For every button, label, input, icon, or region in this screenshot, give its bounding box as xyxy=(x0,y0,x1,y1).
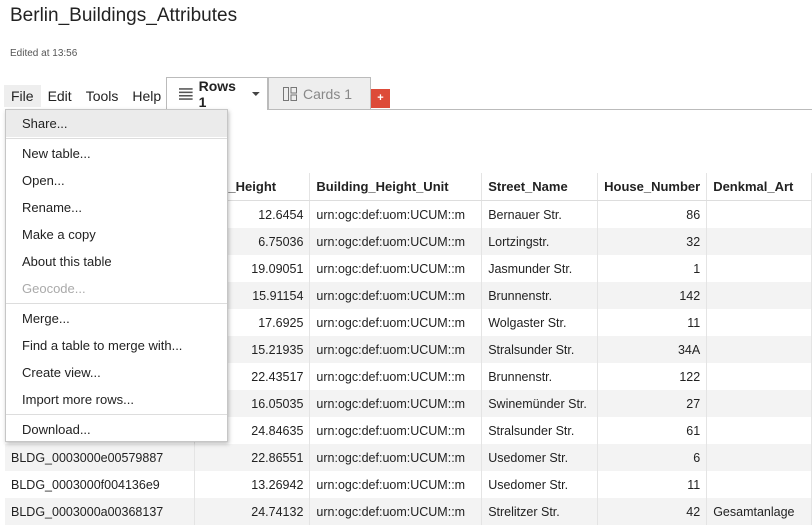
cell-height-unit[interactable]: urn:ogc:def:uom:UCUM::m xyxy=(309,309,483,336)
column-header-street-name[interactable]: Street_Name xyxy=(481,173,599,201)
cell-height-unit[interactable]: urn:ogc:def:uom:UCUM::m xyxy=(309,390,483,417)
cell-height-unit[interactable]: urn:ogc:def:uom:UCUM::m xyxy=(309,417,483,444)
cell-building-id[interactable]: BLDG_0003000e00579887 xyxy=(5,444,195,471)
menu-edit[interactable]: Edit xyxy=(41,85,79,107)
cell-denkmal-art[interactable] xyxy=(706,309,812,336)
cell-street-name[interactable]: Jasmunder Str. xyxy=(481,255,599,282)
cell-house-number[interactable]: 122 xyxy=(597,363,708,390)
cell-street-name[interactable]: Brunnenstr. xyxy=(481,282,599,309)
cell-street-name[interactable]: Strelitzer Str. xyxy=(481,498,599,525)
cell-street-name[interactable]: Lortzingstr. xyxy=(481,228,599,255)
cell-house-number[interactable]: 27 xyxy=(597,390,708,417)
cell-building-height[interactable]: 22.86551 xyxy=(194,444,311,471)
menu-item-import-more-rows[interactable]: Import more rows... xyxy=(6,386,227,413)
cell-house-number[interactable]: 86 xyxy=(597,200,708,228)
cell-house-number[interactable]: 11 xyxy=(597,309,708,336)
menu-item-find-a-table-to-merge-with[interactable]: Find a table to merge with... xyxy=(6,332,227,359)
cell-house-number[interactable]: 142 xyxy=(597,282,708,309)
file-dropdown-menu: Share... New table... Open... Rename... Make… xyxy=(5,109,228,442)
menu-item-rename[interactable]: Rename... xyxy=(6,194,227,221)
cell-denkmal-art[interactable] xyxy=(706,200,812,228)
cell-street-name[interactable]: Usedomer Str. xyxy=(481,444,599,471)
table-row[interactable]: BLDG_0003000a00368137 24.74132 urn:ogc:def… xyxy=(5,498,812,525)
menu-separator xyxy=(6,138,227,139)
table-title: Berlin_Buildings_Attributes xyxy=(10,5,238,26)
cell-street-name[interactable]: Wolgaster Str. xyxy=(481,309,599,336)
column-header-building-height-unit[interactable]: Building_Height_Unit xyxy=(309,173,483,201)
menu-item-about-this-table[interactable]: About this table xyxy=(6,248,227,275)
cell-building-height[interactable]: 24.74132 xyxy=(194,498,311,525)
cell-denkmal-art[interactable] xyxy=(706,282,812,309)
menu-item-merge[interactable]: Merge... xyxy=(6,305,227,332)
column-header-house-number[interactable]: House_Number xyxy=(597,173,708,201)
menu-separator xyxy=(6,414,227,415)
menu-item-share[interactable]: Share... xyxy=(6,110,227,137)
menu-item-download[interactable]: Download... xyxy=(6,416,227,443)
cell-denkmal-art[interactable]: Gesamtanlage xyxy=(706,498,812,525)
cell-street-name[interactable]: Stralsunder Str. xyxy=(481,336,599,363)
cell-height-unit[interactable]: urn:ogc:def:uom:UCUM::m xyxy=(309,228,483,255)
cell-house-number[interactable]: 6 xyxy=(597,444,708,471)
cards-icon xyxy=(283,86,297,101)
cell-street-name[interactable]: Stralsunder Str. xyxy=(481,417,599,444)
tab-cards-label: Cards 1 xyxy=(303,85,353,102)
menu-item-geocode: Geocode... xyxy=(22,281,86,296)
cell-house-number[interactable]: 11 xyxy=(597,471,708,498)
cell-house-number[interactable]: 34A xyxy=(597,336,708,363)
cell-building-id[interactable]: BLDG_0003000a00368137 xyxy=(5,498,195,525)
rows-list-icon xyxy=(179,88,193,100)
cell-building-height[interactable]: 13.26942 xyxy=(194,471,311,498)
cell-building-id[interactable]: BLDG_0003000f004136e9 xyxy=(5,471,195,498)
cell-house-number[interactable]: 1 xyxy=(597,255,708,282)
cell-street-name[interactable]: Brunnenstr. xyxy=(481,363,599,390)
table-row[interactable]: BLDG_0003000e00579887 22.86551 urn:ogc:def… xyxy=(5,444,812,471)
cell-house-number[interactable]: 61 xyxy=(597,417,708,444)
cell-height-unit[interactable]: urn:ogc:def:uom:UCUM::m xyxy=(309,336,483,363)
cell-denkmal-art[interactable] xyxy=(706,255,812,282)
cell-denkmal-art[interactable] xyxy=(706,363,812,390)
menu-item-create-view[interactable]: Create view... xyxy=(6,359,227,386)
cell-height-unit[interactable]: urn:ogc:def:uom:UCUM::m xyxy=(309,498,483,525)
cell-height-unit[interactable]: urn:ogc:def:uom:UCUM::m xyxy=(309,363,483,390)
tab-rows[interactable]: Rows 1 xyxy=(166,77,268,110)
cell-denkmal-art[interactable] xyxy=(706,390,812,417)
cell-height-unit[interactable]: urn:ogc:def:uom:UCUM::m xyxy=(309,471,483,498)
menu-item-open[interactable]: Open... xyxy=(6,167,227,194)
menu-bar: File Edit Tools Help xyxy=(4,85,168,107)
cell-street-name[interactable]: Swinemünder Str. xyxy=(481,390,599,417)
tab-rows-label: Rows 1 xyxy=(198,78,236,110)
menu-separator xyxy=(6,303,227,304)
cell-street-name[interactable]: Bernauer Str. xyxy=(481,200,599,228)
cell-height-unit[interactable]: urn:ogc:def:uom:UCUM::m xyxy=(309,444,483,471)
cell-denkmal-art[interactable] xyxy=(706,336,812,363)
cell-denkmal-art[interactable] xyxy=(706,471,812,498)
chevron-down-icon[interactable] xyxy=(251,90,261,98)
menu-tools[interactable]: Tools xyxy=(79,85,126,107)
cell-house-number[interactable]: 42 xyxy=(597,498,708,525)
menu-help[interactable]: Help xyxy=(125,85,168,107)
cell-denkmal-art[interactable] xyxy=(706,228,812,255)
column-header-denkmal-art[interactable]: Denkmal_Art xyxy=(706,173,812,201)
menu-item-make-a-copy[interactable]: Make a copy xyxy=(6,221,227,248)
cell-denkmal-art[interactable] xyxy=(706,444,812,471)
cell-height-unit[interactable]: urn:ogc:def:uom:UCUM::m xyxy=(309,282,483,309)
cell-street-name[interactable]: Usedomer Str. xyxy=(481,471,599,498)
cell-height-unit[interactable]: urn:ogc:def:uom:UCUM::m xyxy=(309,200,483,228)
menu-file[interactable]: File xyxy=(4,85,41,107)
add-tab-button[interactable]: + xyxy=(371,89,390,108)
table-row[interactable]: BLDG_0003000f004136e9 13.26942 urn:ogc:def… xyxy=(5,471,812,498)
menu-item-new-table[interactable]: New table... xyxy=(6,140,227,167)
tab-cards[interactable]: Cards 1 xyxy=(268,77,371,109)
cell-height-unit[interactable]: urn:ogc:def:uom:UCUM::m xyxy=(309,255,483,282)
edited-status: Edited at 13:56 xyxy=(10,48,78,59)
cell-house-number[interactable]: 32 xyxy=(597,228,708,255)
cell-denkmal-art[interactable] xyxy=(706,417,812,444)
